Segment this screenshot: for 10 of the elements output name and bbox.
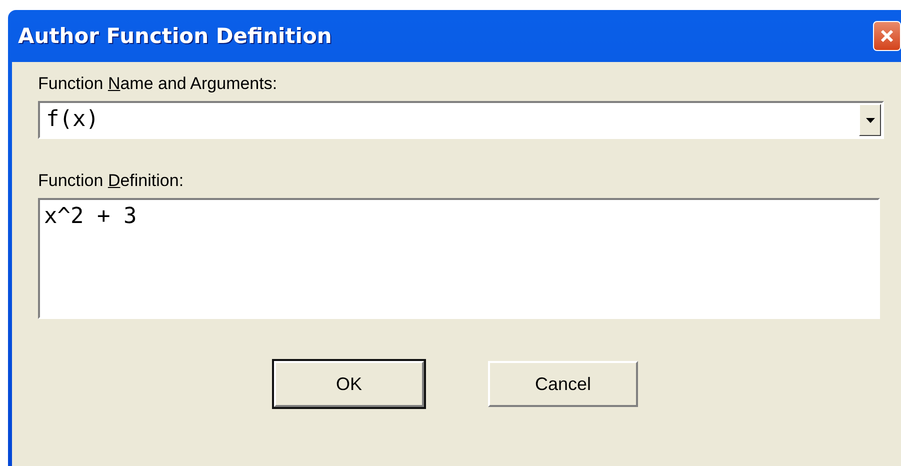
dialog-button[interactable]: OK — [274, 361, 424, 407]
dropdown-arrow-icon — [866, 118, 874, 122]
definition-text-area[interactable]: x^2 + 3 — [38, 198, 880, 319]
field-label: Function Definition: — [38, 171, 185, 191]
function-name-dropdown[interactable]: f(x) — [38, 101, 884, 139]
close-button[interactable] — [873, 21, 901, 51]
window-title: Author Function Definition — [18, 24, 332, 48]
close-icon — [879, 28, 895, 44]
dialog-button[interactable]: Cancel — [488, 361, 638, 407]
field-label: Function Name and Arguments: — [38, 74, 278, 94]
